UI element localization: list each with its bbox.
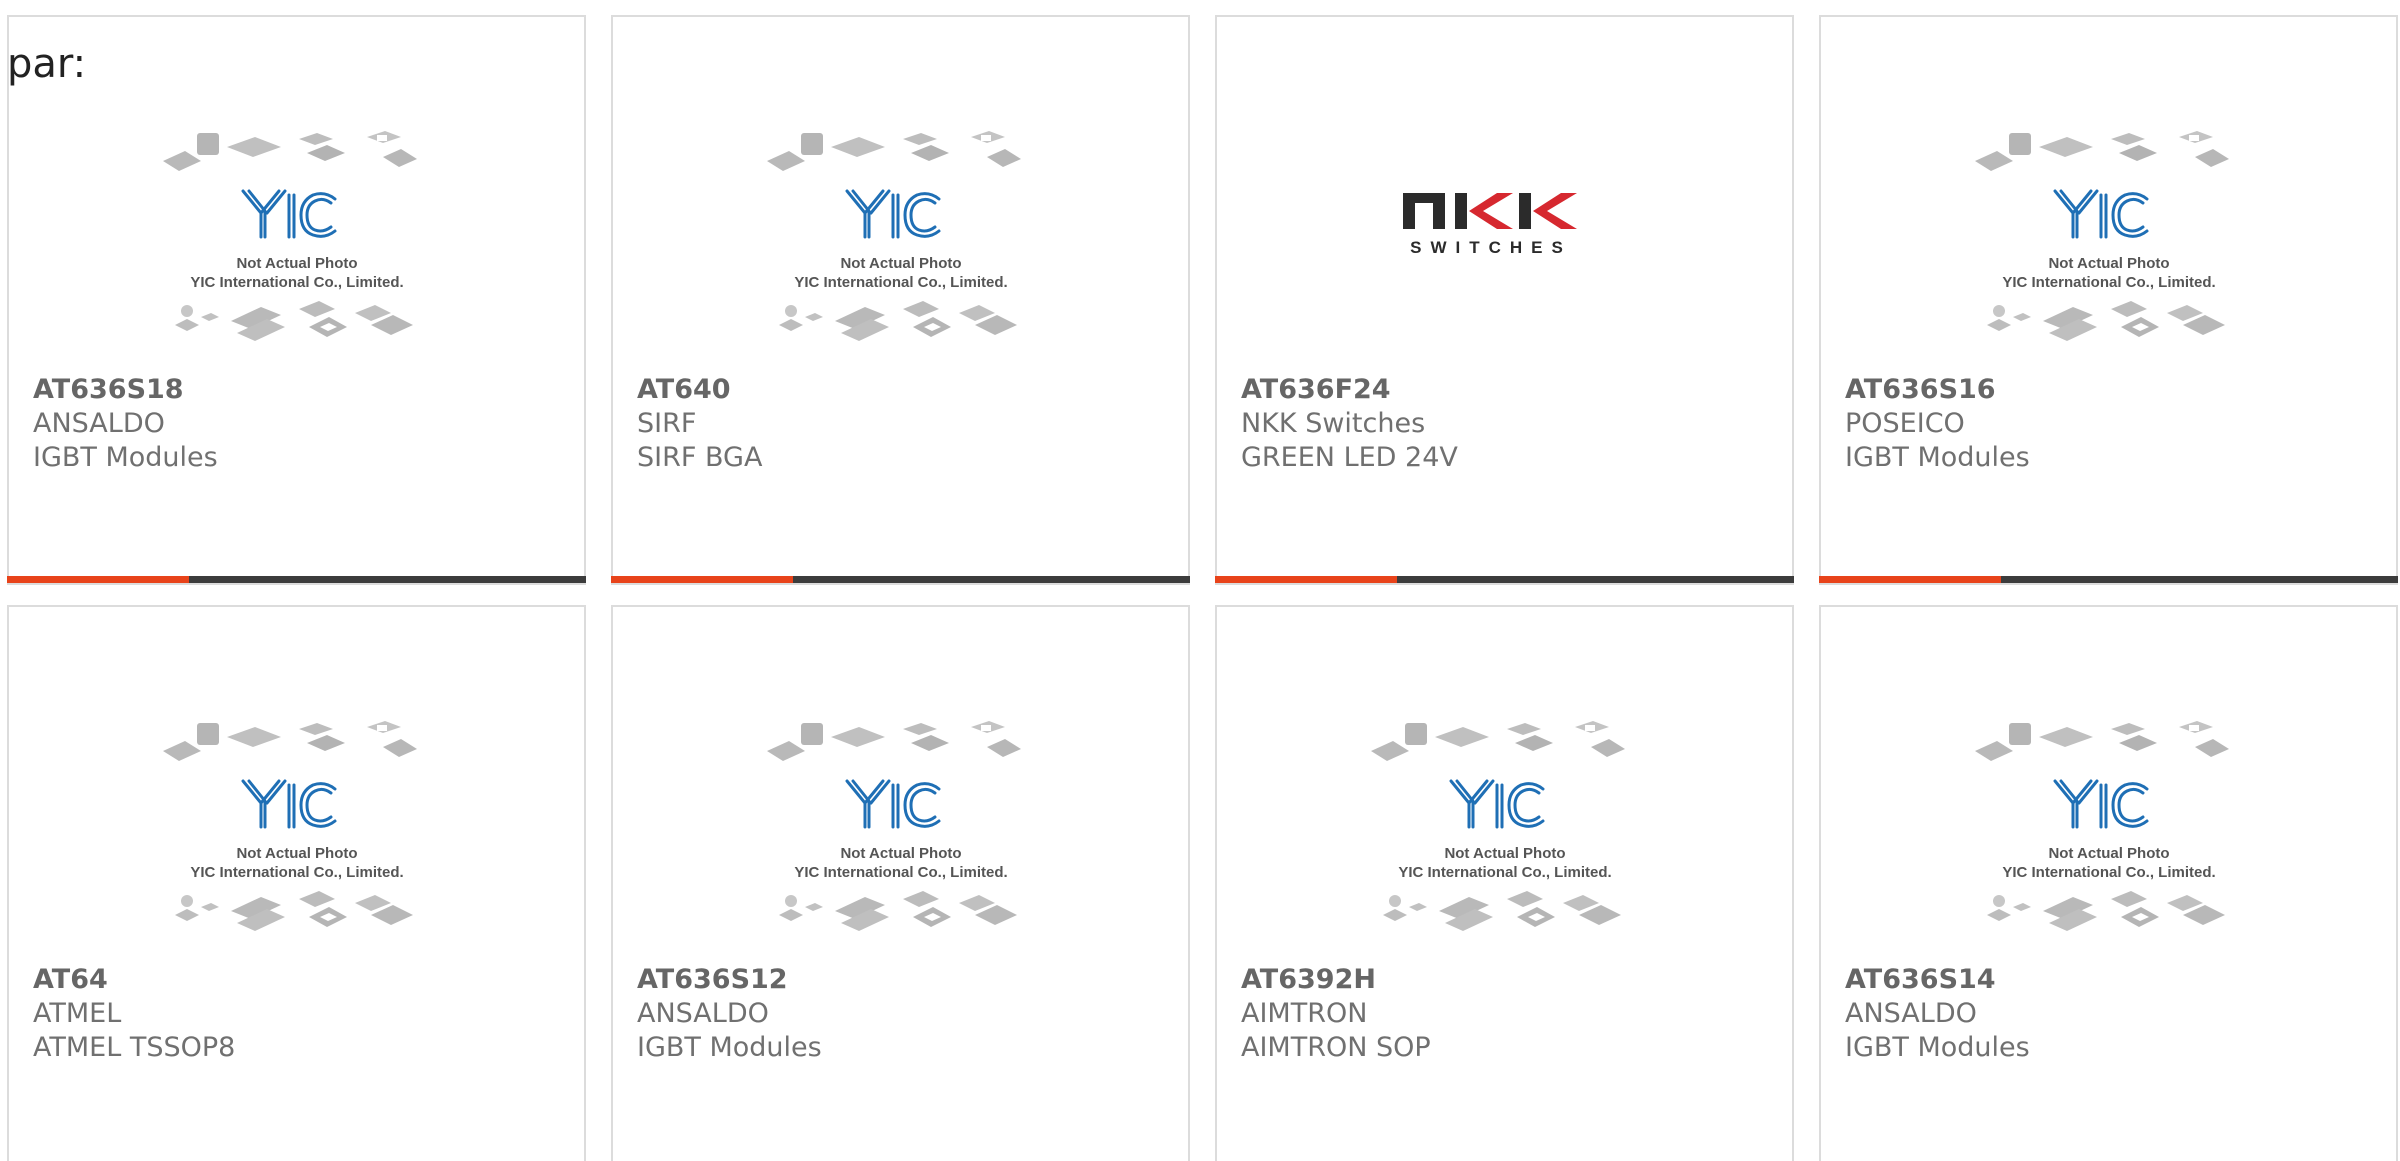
product-description: IGBT Modules [1845, 1032, 2030, 1063]
placeholder-caption-line1: Not Actual Photo [236, 255, 357, 272]
product-card[interactable]: Not Actual Photo YIC International Co., L… [1215, 605, 1794, 1161]
product-thumbnail[interactable]: Not Actual Photo YIC International Co., L… [9, 95, 584, 370]
chip-placeholder-image: Not Actual Photo YIC International Co., L… [1370, 721, 1625, 931]
placeholder-caption-line1: Not Actual Photo [236, 845, 357, 862]
product-grid-page: par: Not Actual Photo YIC International C… [0, 0, 2400, 1161]
product-info: AT636S16 POSEICO IGBT Modules [1845, 373, 2030, 475]
card-bottom-bar [611, 576, 1190, 583]
chip-placeholder-image: Not Actual Photo YIC International Co., L… [1974, 131, 2229, 341]
placeholder-caption-line2: YIC International Co., Limited. [794, 864, 1007, 881]
product-thumbnail[interactable]: Not Actual Photo YIC International Co., L… [1821, 685, 2396, 960]
product-thumbnail[interactable]: Not Actual Photo YIC International Co., L… [613, 685, 1188, 960]
placeholder-caption-line2: YIC International Co., Limited. [190, 864, 403, 881]
product-info: AT636S18 ANSALDO IGBT Modules [33, 373, 218, 475]
card-accent-bar [1215, 576, 1397, 583]
placeholder-caption-line2: YIC International Co., Limited. [190, 274, 403, 291]
product-brand: SIRF [637, 408, 697, 439]
placeholder-caption-line2: YIC International Co., Limited. [1398, 864, 1611, 881]
product-brand: NKK Switches [1241, 408, 1426, 439]
product-brand: AIMTRON [1241, 998, 1368, 1029]
prefix-text: par: [7, 41, 87, 87]
product-card[interactable]: Not Actual Photo YIC International Co., L… [611, 605, 1190, 1161]
product-description: GREEN LED 24V [1241, 442, 1458, 473]
product-brand: ANSALDO [637, 998, 769, 1029]
product-info: AT636S14 ANSALDO IGBT Modules [1845, 963, 2030, 1065]
product-info: AT6392H AIMTRON AIMTRON SOP [1241, 963, 1431, 1065]
product-card[interactable]: Not Actual Photo YIC International Co., L… [1819, 605, 2398, 1161]
chip-placeholder-image: Not Actual Photo YIC International Co., L… [1974, 721, 2229, 931]
product-card[interactable]: Not Actual Photo YIC International Co., L… [611, 15, 1190, 585]
product-card[interactable]: Not Actual Photo YIC International Co., L… [7, 605, 586, 1161]
product-description: SIRF BGA [637, 442, 763, 473]
chip-placeholder-image: Not Actual Photo YIC International Co., L… [162, 721, 417, 931]
placeholder-caption-line1: Not Actual Photo [2048, 845, 2169, 862]
product-part-number[interactable]: AT636S12 [637, 963, 822, 997]
chip-placeholder-image: Not Actual Photo YIC International Co., L… [766, 721, 1021, 931]
nkk-logo-subtitle: SWITCHES [1410, 238, 1572, 257]
card-bottom-bar [1819, 576, 2398, 583]
product-brand: ANSALDO [1845, 998, 1977, 1029]
chip-placeholder-image: Not Actual Photo YIC International Co., L… [766, 131, 1021, 341]
placeholder-caption-line1: Not Actual Photo [840, 255, 961, 272]
product-info: AT636S12 ANSALDO IGBT Modules [637, 963, 822, 1065]
product-description: IGBT Modules [33, 442, 218, 473]
product-part-number[interactable]: AT636F24 [1241, 373, 1458, 407]
product-thumbnail[interactable]: Not Actual Photo YIC International Co., L… [613, 95, 1188, 370]
product-part-number[interactable]: AT6392H [1241, 963, 1431, 997]
placeholder-caption-line1: Not Actual Photo [2048, 255, 2169, 272]
product-info: AT636F24 NKK Switches GREEN LED 24V [1241, 373, 1458, 475]
product-description: IGBT Modules [637, 1032, 822, 1063]
card-accent-bar [7, 576, 189, 583]
product-part-number[interactable]: AT636S16 [1845, 373, 2030, 407]
product-card[interactable]: Not Actual Photo YIC International Co., L… [1819, 15, 2398, 585]
card-bottom-bar [7, 576, 586, 583]
product-thumbnail[interactable]: Not Actual Photo YIC International Co., L… [1821, 95, 2396, 370]
product-card[interactable]: SWITCHES AT636F24 NKK Switches GREEN LED 24… [1215, 15, 1794, 585]
product-part-number[interactable]: AT64 [33, 963, 235, 997]
product-thumbnail[interactable]: Not Actual Photo YIC International Co., L… [1217, 685, 1792, 960]
product-brand: ATMEL [33, 998, 122, 1029]
product-brand: POSEICO [1845, 408, 1965, 439]
card-bottom-bar [1215, 576, 1794, 583]
product-thumbnail[interactable]: SWITCHES [1217, 95, 1792, 370]
product-description: IGBT Modules [1845, 442, 2030, 473]
product-card[interactable]: Not Actual Photo YIC International Co., L… [7, 15, 586, 585]
product-part-number[interactable]: AT640 [637, 373, 762, 407]
product-part-number[interactable]: AT636S14 [1845, 963, 2030, 997]
placeholder-caption-line1: Not Actual Photo [840, 845, 961, 862]
product-brand: ANSALDO [33, 408, 165, 439]
product-thumbnail[interactable]: Not Actual Photo YIC International Co., L… [9, 685, 584, 960]
placeholder-caption-line2: YIC International Co., Limited. [2002, 274, 2215, 291]
chip-placeholder-image: Not Actual Photo YIC International Co., L… [162, 131, 417, 341]
placeholder-caption-line2: YIC International Co., Limited. [2002, 864, 2215, 881]
product-part-number[interactable]: AT636S18 [33, 373, 218, 407]
product-description: ATMEL TSSOP8 [33, 1032, 236, 1063]
nkk-switches-logo: SWITCHES [1402, 193, 1577, 257]
placeholder-caption-line1: Not Actual Photo [1444, 845, 1565, 862]
product-info: AT64 ATMEL ATMEL TSSOP8 [33, 963, 235, 1065]
product-description: AIMTRON SOP [1241, 1032, 1431, 1063]
card-accent-bar [611, 576, 793, 583]
placeholder-caption-line2: YIC International Co., Limited. [794, 274, 1007, 291]
product-info: AT640 SIRF SIRF BGA [637, 373, 762, 475]
card-accent-bar [1819, 576, 2001, 583]
